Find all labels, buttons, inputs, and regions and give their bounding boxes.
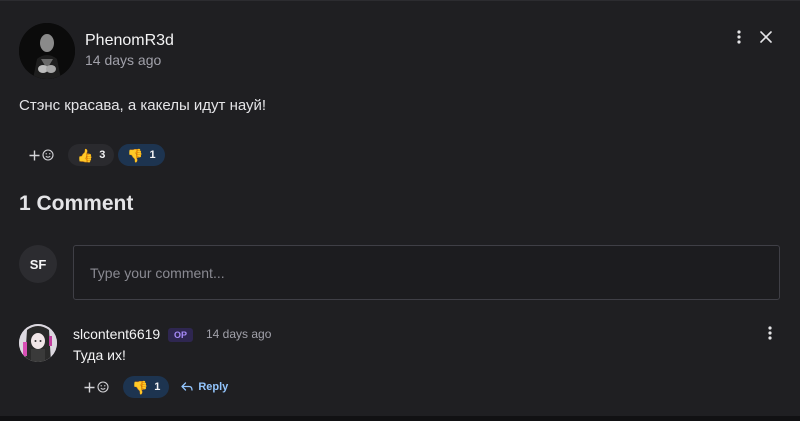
comment-timestamp: 14 days ago — [206, 327, 272, 341]
reply-label: Reply — [198, 381, 229, 393]
comment-reactions: 👎 1 Reply — [82, 376, 228, 398]
post-body-text: Стэнс красава, а какелы идут науй! — [19, 97, 267, 114]
post-timestamp: 14 days ago — [85, 52, 162, 68]
post-more-options-icon[interactable] — [729, 27, 749, 47]
reaction-count: 1 — [154, 381, 161, 393]
reaction-count: 1 — [149, 149, 156, 161]
reaction-thumbs-up-button[interactable]: 👍 3 — [68, 144, 115, 166]
thumbs-up-icon: 👍 — [77, 147, 94, 163]
op-badge: OP — [168, 328, 194, 342]
thumbs-down-icon: 👎 — [132, 379, 149, 395]
post-author-name[interactable]: PhenomR3d — [85, 32, 174, 50]
add-reaction-button[interactable] — [82, 376, 111, 398]
comment-body-text: Туда их! — [73, 347, 126, 363]
reaction-thumbs-down-button[interactable]: 👎 1 — [118, 144, 165, 166]
smiley-icon — [42, 149, 54, 161]
add-reaction-button[interactable] — [27, 144, 56, 166]
comment-author-name[interactable]: slcontent6619 — [73, 326, 160, 342]
reaction-thumbs-down-button[interactable]: 👎 1 — [123, 376, 170, 398]
comment-more-options-icon[interactable] — [760, 323, 780, 343]
post-author-avatar[interactable] — [19, 23, 75, 79]
thumbs-down-icon: 👎 — [127, 147, 144, 163]
plus-icon — [84, 382, 95, 392]
comment-author-avatar[interactable] — [19, 324, 57, 362]
close-icon[interactable] — [756, 27, 776, 47]
reply-button[interactable]: Reply — [181, 381, 228, 393]
post-reactions: 👍 3 👎 1 — [27, 144, 165, 166]
smiley-icon — [97, 381, 109, 393]
current-user-avatar: SF — [19, 245, 57, 283]
post-panel: PhenomR3d 14 days ago Стэнс красава, а к… — [0, 0, 800, 416]
reaction-count: 3 — [99, 149, 106, 161]
plus-icon — [29, 150, 40, 160]
comments-heading: 1 Comment — [19, 192, 134, 215]
comment-input[interactable] — [73, 245, 780, 300]
reply-icon — [181, 382, 193, 391]
